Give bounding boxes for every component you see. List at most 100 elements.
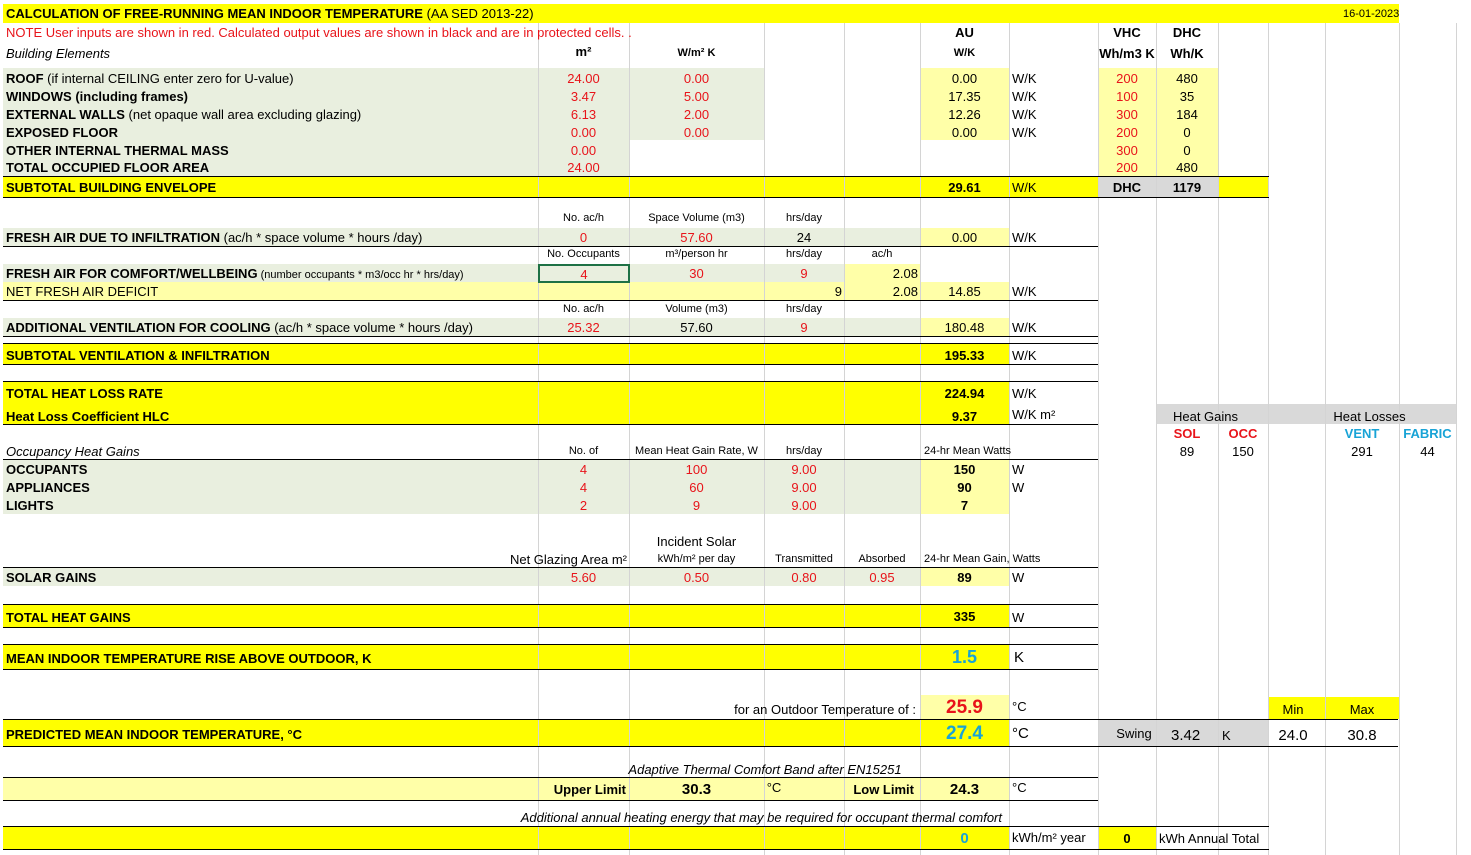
element-note: (net opaque wall area excluding glazing): [124, 107, 362, 122]
occupants-input-selected[interactable]: 4: [538, 264, 630, 283]
u-value-input[interactable]: 0.00: [629, 72, 764, 85]
vhc-input[interactable]: 200: [1098, 161, 1156, 174]
rule: [3, 300, 1098, 301]
comfort-ach: 2.08: [892, 266, 918, 281]
upper-limit-unit: °C: [766, 780, 782, 795]
rise-label: MEAN INDOOR TEMPERATURE RISE ABOVE OUTDO…: [6, 651, 372, 666]
cooling-ach-input[interactable]: 25.32: [538, 321, 629, 334]
vhc-unit-header: Wh/m3 K: [1099, 46, 1155, 61]
grid-line: [764, 23, 765, 855]
dhc-header: DHC: [1172, 25, 1202, 40]
solar-incident-input[interactable]: 0.50: [629, 571, 764, 584]
area-input[interactable]: 24.00: [538, 72, 629, 85]
heating-band: [3, 827, 1009, 849]
au-unit: W/K: [1012, 71, 1037, 86]
rule: [3, 381, 1098, 382]
element-label: OTHER INTERNAL THERMAL MASS: [6, 143, 229, 158]
wm2k-header: W/m² K: [677, 47, 716, 59]
low-limit-unit: °C: [1012, 780, 1027, 795]
fabric-label: FABRIC: [1403, 426, 1452, 441]
hlc-value: 9.37: [951, 409, 978, 424]
col-header: Volume (m3): [665, 303, 728, 315]
upper-limit-value: 30.3: [681, 781, 712, 798]
dhc-value: 35: [1179, 89, 1195, 104]
cooling-label: ADDITIONAL VENTILATION FOR COOLING (ac/h…: [6, 321, 473, 334]
infiltration-ach-input[interactable]: 0: [538, 231, 629, 244]
area-input[interactable]: 24.00: [538, 161, 629, 174]
rule: [3, 826, 1269, 827]
solar-transmitted-input[interactable]: 0.80: [764, 571, 844, 584]
u-value-input[interactable]: 0.00: [629, 126, 764, 139]
u-value-input[interactable]: 5.00: [629, 90, 764, 103]
cooling-volume: 57.60: [680, 320, 713, 335]
heating-unit: kWh/m² year: [1012, 830, 1086, 845]
comfort-hrs-input[interactable]: 9: [764, 267, 844, 280]
min-value: 24.0: [1278, 727, 1308, 744]
occupancy-rate-input[interactable]: 60: [629, 481, 764, 494]
rule: [3, 746, 1398, 747]
net-deficit-ach: 2.08: [892, 284, 918, 299]
solar-value: 89: [957, 570, 972, 585]
area-input[interactable]: 0.00: [538, 144, 629, 157]
col-header: Transmitted: [775, 553, 833, 565]
occupancy-num-input[interactable]: 2: [538, 499, 629, 512]
vhc-input[interactable]: 200: [1098, 72, 1156, 85]
cooling-hrs-input[interactable]: 9: [764, 321, 844, 334]
vhc-input[interactable]: 300: [1098, 144, 1156, 157]
occupancy-rate-input[interactable]: 100: [629, 463, 764, 476]
dhc-total-label: DHC: [1112, 180, 1142, 195]
sol-label: SOL: [1173, 426, 1201, 441]
area-input[interactable]: 0.00: [538, 126, 629, 139]
rule: [3, 567, 1098, 568]
net-deficit-hrs: 9: [834, 284, 842, 299]
solar-area-input[interactable]: 5.60: [538, 571, 629, 584]
max-label: Max: [1349, 702, 1375, 717]
element-label: TOTAL OCCUPIED FLOOR AREA: [6, 160, 210, 175]
au-value: 0.00: [951, 125, 978, 140]
occupancy-hrs-input[interactable]: 9.00: [764, 481, 844, 494]
occupancy-unit: W: [1012, 462, 1025, 477]
comfort-label: FRESH AIR FOR COMFORT/WELLBEING (number …: [6, 267, 464, 281]
occupancy-hrs-input[interactable]: 9.00: [764, 463, 844, 476]
rule: [3, 669, 1098, 670]
infiltration-volume-input[interactable]: 57.60: [629, 231, 764, 244]
outdoor-temperature-input[interactable]: 25.9: [920, 698, 1009, 717]
cooling-unit: W/K: [1012, 320, 1037, 335]
occupancy-label: APPLIANCES: [6, 480, 90, 495]
vhc-input[interactable]: 100: [1098, 90, 1156, 103]
net-deficit-unit: W/K: [1012, 284, 1037, 299]
subtotal-envelope-label: SUBTOTAL BUILDING ENVELOPE: [6, 180, 217, 195]
col-header: No. ac/h: [563, 303, 604, 315]
rule: [3, 849, 1269, 850]
subtotal-envelope-value: 29.61: [948, 180, 981, 195]
col-header: ac/h: [871, 248, 893, 260]
occupancy-watts: 90: [957, 480, 972, 495]
occupancy-num-input[interactable]: 4: [538, 463, 629, 476]
date-cell[interactable]: 16-01-2023: [1343, 9, 1399, 20]
min-label: Min: [1282, 702, 1304, 717]
adaptive-title: Adaptive Thermal Comfort Band after EN15…: [628, 762, 902, 777]
vhc-input[interactable]: 200: [1098, 126, 1156, 139]
subtotal-vent-unit: W/K: [1012, 348, 1037, 363]
grid-line: [1456, 23, 1457, 855]
sheet-title: CALCULATION OF FREE-RUNNING MEAN INDOOR …: [6, 7, 534, 20]
u-value-input[interactable]: 2.00: [629, 108, 764, 121]
occupancy-title: Occupancy Heat Gains: [6, 444, 140, 459]
vhc-input[interactable]: 300: [1098, 108, 1156, 121]
area-input[interactable]: 3.47: [538, 90, 629, 103]
heating-total-value: 0: [1123, 831, 1131, 846]
predicted-value: 27.4: [946, 723, 983, 744]
rule: [3, 176, 1269, 177]
building-elements-header: Building Elements: [6, 46, 111, 61]
solar-absorbed-input[interactable]: 0.95: [844, 571, 920, 584]
predicted-label: PREDICTED MEAN INDOOR TEMPERATURE, °C: [6, 727, 303, 742]
occupancy-hrs-input[interactable]: 9.00: [764, 499, 844, 512]
area-input[interactable]: 6.13: [538, 108, 629, 121]
total-gains-band: [3, 605, 1009, 627]
heating-total-label: kWh Annual Total: [1159, 831, 1260, 846]
hlc-unit: W/K m²: [1012, 407, 1056, 422]
occupancy-num-input[interactable]: 4: [538, 481, 629, 494]
occupancy-rate-input[interactable]: 9: [629, 499, 764, 512]
heat-losses-title: Heat Losses: [1333, 409, 1406, 424]
comfort-rate-input[interactable]: 30: [629, 267, 764, 280]
